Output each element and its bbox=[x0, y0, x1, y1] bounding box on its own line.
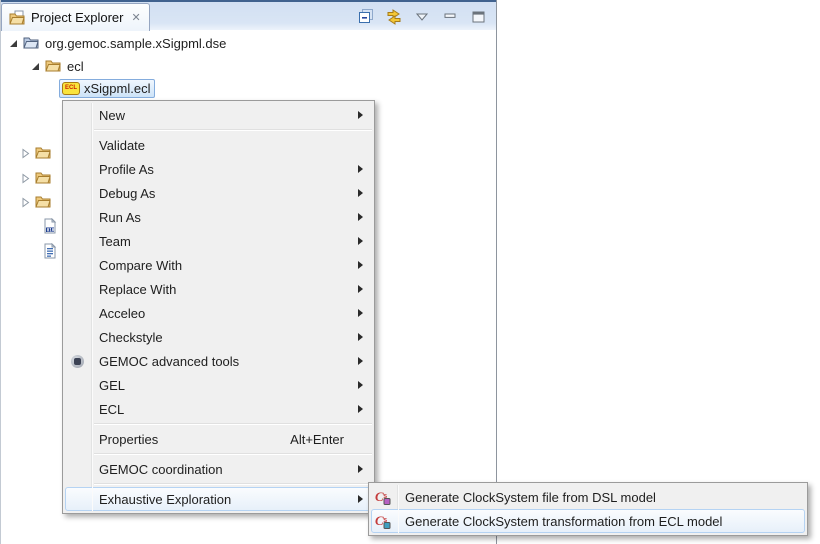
menu-item-label: New bbox=[91, 108, 358, 123]
text-file-icon bbox=[42, 243, 58, 259]
tree-item-label[interactable]: ecl bbox=[65, 59, 86, 74]
menu-item-generate-clocksystem-file-from-dsl-model[interactable]: Cs Generate ClockSystem file from DSL mod… bbox=[369, 485, 807, 509]
tree-item-folder[interactable] bbox=[20, 168, 51, 188]
tab-project-explorer[interactable]: Project Explorer ✕ bbox=[1, 3, 150, 31]
menu-item-label: Exhaustive Exploration bbox=[91, 492, 358, 507]
submenu-arrow-icon bbox=[358, 237, 374, 245]
tree-item-ecl-folder[interactable]: ecl bbox=[30, 56, 86, 76]
submenu-arrow-icon bbox=[358, 381, 374, 389]
gemoc-icon bbox=[71, 355, 84, 368]
tree-item-folder[interactable] bbox=[20, 192, 51, 212]
submenu-arrow-icon bbox=[358, 357, 374, 365]
menu-item-team[interactable]: Team bbox=[63, 229, 374, 253]
menu-item-label: GEMOC coordination bbox=[91, 462, 358, 477]
menu-item-shortcut: Alt+Enter bbox=[290, 432, 358, 447]
close-icon[interactable]: ✕ bbox=[131, 11, 140, 24]
menu-item-acceleo[interactable]: Acceleo bbox=[63, 301, 374, 325]
menu-item-gemoc-advanced-tools[interactable]: GEMOC advanced tools bbox=[63, 349, 374, 373]
collapsed-twisty-icon[interactable] bbox=[20, 148, 31, 159]
menu-item-label: Validate bbox=[91, 138, 358, 153]
menu-item-label: Acceleo bbox=[91, 306, 358, 321]
link-with-editor-icon[interactable] bbox=[384, 7, 404, 27]
submenu-arrow-icon bbox=[358, 309, 374, 317]
submenu-items: Cs Generate ClockSystem file from DSL mod… bbox=[369, 485, 807, 533]
collapsed-twisty-icon[interactable] bbox=[20, 197, 31, 208]
submenu-arrow-icon bbox=[358, 165, 374, 173]
minimize-icon[interactable] bbox=[440, 7, 460, 27]
menu-item-properties[interactable]: PropertiesAlt+Enter bbox=[63, 427, 374, 451]
submenu-arrow-icon bbox=[358, 465, 374, 473]
tree-item-xsigpml-ecl[interactable]: ECL xSigpml.ecl bbox=[59, 78, 155, 98]
tree-item-folder[interactable] bbox=[20, 143, 51, 163]
tree-item-file[interactable] bbox=[42, 241, 58, 261]
tree-item-label[interactable]: xSigpml.ecl bbox=[84, 81, 150, 96]
menu-item-validate[interactable]: Validate bbox=[63, 133, 374, 157]
menu-item-label: GEMOC advanced tools bbox=[91, 354, 358, 369]
project-explorer-icon bbox=[9, 10, 25, 26]
menu-item-new[interactable]: New bbox=[63, 103, 374, 127]
view-menu-icon[interactable] bbox=[412, 7, 432, 27]
binary-file-icon: 010 bbox=[42, 218, 58, 234]
menu-item-label: Checkstyle bbox=[91, 330, 358, 345]
collapse-all-icon[interactable] bbox=[356, 7, 376, 27]
menu-item-label: GEL bbox=[91, 378, 358, 393]
expanded-twisty-icon[interactable] bbox=[8, 38, 19, 49]
menu-item-replace-with[interactable]: Replace With bbox=[63, 277, 374, 301]
clocksystem-dsl-icon: Cs bbox=[375, 489, 391, 505]
menu-item-label: Debug As bbox=[91, 186, 358, 201]
menu-item-ecl[interactable]: ECL bbox=[63, 397, 374, 421]
menu-item-label: Generate ClockSystem file from DSL model bbox=[397, 490, 791, 505]
menu-item-profile-as[interactable]: Profile As bbox=[63, 157, 374, 181]
menu-item-debug-as[interactable]: Debug As bbox=[63, 181, 374, 205]
menu-item-label: Replace With bbox=[91, 282, 358, 297]
clocksystem-ecl-icon: Cs bbox=[375, 513, 391, 529]
submenu-arrow-icon bbox=[358, 285, 374, 293]
menu-item-label: Properties bbox=[91, 432, 290, 447]
menu-item-run-as[interactable]: Run As bbox=[63, 205, 374, 229]
tree-item-label[interactable]: org.gemoc.sample.xSigpml.dse bbox=[43, 36, 228, 51]
tree-item-file[interactable]: 010 bbox=[42, 216, 58, 236]
menu-item-icon-cell: Cs bbox=[369, 513, 397, 529]
menu-item-label: Profile As bbox=[91, 162, 358, 177]
view-toolbar bbox=[356, 6, 488, 28]
menu-item-checkstyle[interactable]: Checkstyle bbox=[63, 325, 374, 349]
selected-tree-item[interactable]: ECL xSigpml.ecl bbox=[59, 79, 155, 98]
folder-icon bbox=[35, 170, 51, 186]
maximize-icon[interactable] bbox=[468, 7, 488, 27]
menu-item-label: Compare With bbox=[91, 258, 358, 273]
view-tab-strip: Project Explorer ✕ bbox=[1, 0, 496, 30]
submenu-arrow-icon bbox=[358, 111, 374, 119]
expanded-twisty-icon[interactable] bbox=[30, 61, 41, 72]
context-menu-items: New Validate Profile As Debug As Run As Team C… bbox=[63, 103, 374, 511]
menu-item-label: Run As bbox=[91, 210, 358, 225]
collapsed-twisty-icon[interactable] bbox=[20, 173, 31, 184]
tree-item-project[interactable]: org.gemoc.sample.xSigpml.dse bbox=[8, 33, 228, 53]
exhaustive-exploration-submenu: Cs Generate ClockSystem file from DSL mod… bbox=[368, 482, 808, 536]
menu-item-label: Generate ClockSystem transformation from… bbox=[397, 514, 791, 529]
context-menu: New Validate Profile As Debug As Run As Team C… bbox=[62, 100, 375, 514]
submenu-arrow-icon bbox=[358, 261, 374, 269]
submenu-arrow-icon bbox=[358, 405, 374, 413]
open-folder-icon bbox=[45, 58, 61, 74]
submenu-arrow-icon bbox=[358, 213, 374, 221]
menu-item-generate-clocksystem-transformation-from-ecl-model[interactable]: Cs Generate ClockSystem transformation fr… bbox=[369, 509, 807, 533]
menu-item-gemoc-coordination[interactable]: GEMOC coordination bbox=[63, 457, 374, 481]
menu-item-exhaustive-exploration[interactable]: Exhaustive Exploration bbox=[63, 487, 374, 511]
folder-icon bbox=[35, 145, 51, 161]
ecl-file-icon: ECL bbox=[62, 82, 80, 95]
menu-item-icon-cell: Cs bbox=[369, 489, 397, 505]
menu-item-gel[interactable]: GEL bbox=[63, 373, 374, 397]
svg-text:010: 010 bbox=[47, 227, 55, 232]
menu-item-compare-with[interactable]: Compare With bbox=[63, 253, 374, 277]
menu-item-label: ECL bbox=[91, 402, 358, 417]
project-folder-icon bbox=[23, 35, 39, 51]
submenu-arrow-icon bbox=[358, 189, 374, 197]
submenu-arrow-icon bbox=[358, 333, 374, 341]
menu-item-icon-cell bbox=[63, 355, 91, 368]
view-title: Project Explorer bbox=[31, 10, 123, 25]
folder-icon bbox=[35, 194, 51, 210]
menu-item-label: Team bbox=[91, 234, 358, 249]
